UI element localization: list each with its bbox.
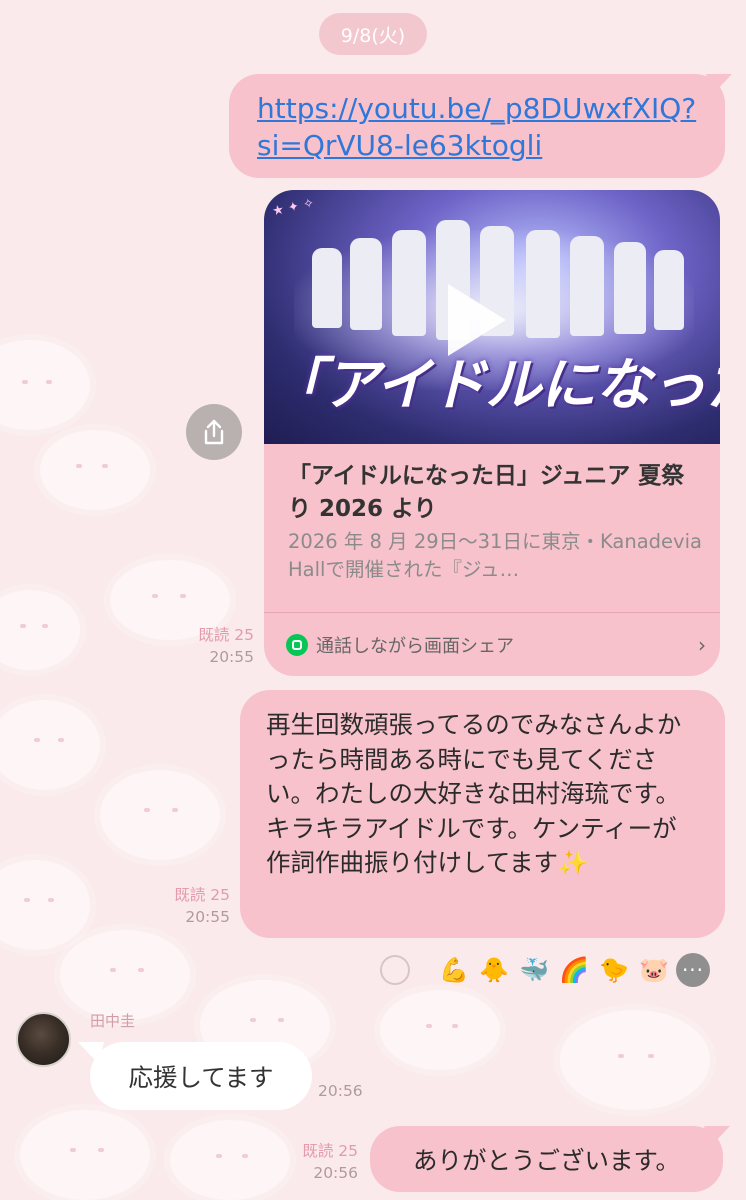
wallpaper-character (40, 430, 150, 510)
wallpaper-character (0, 860, 90, 950)
date-separator: 9/8(火) (319, 13, 427, 55)
video-thumbnail[interactable]: ★ ✦ ✧ 「アイドルになった日」 (264, 190, 720, 444)
performer (312, 248, 342, 328)
divider (264, 612, 720, 613)
wallpaper-character (0, 590, 80, 670)
reaction-bar[interactable]: 💪 🐥 🐳 🌈 🐤 🐷 ··· (380, 950, 710, 990)
wallpaper-character (100, 770, 220, 860)
wallpaper-character (560, 1010, 710, 1110)
performer (614, 242, 646, 334)
read-receipt: 既読 25 (174, 886, 230, 904)
screen-share-label: 通話しながら画面シェア (316, 636, 514, 657)
timestamp: 20:56 (313, 1164, 358, 1182)
preview-title: 「アイドルになった日」ジュニア 夏祭り 2026 より (288, 463, 685, 522)
message-text: 応援してます (128, 1062, 274, 1092)
message-text: ありがとうございます。 (412, 1145, 681, 1175)
reaction-pig-icon[interactable]: 🐷 (636, 952, 672, 988)
outgoing-text-bubble[interactable]: 再生回数頑張ってるのでみなさんよかったら時間ある時にでも見てください。わたしの大… (240, 690, 725, 938)
preview-description: 2026 年 8 月 29日～31日に東京・Kanadevia Hallで開催さ… (288, 530, 702, 581)
read-receipt: 既読 25 (302, 1142, 358, 1160)
youtube-link[interactable]: https://youtu.be/_p8DUwxfXIQ?si=QrVU8-le… (257, 90, 697, 164)
add-reaction-icon[interactable] (380, 955, 410, 985)
message-text: 再生回数頑張ってるのでみなさんよかったら時間ある時にでも見てください。わたしの大… (266, 710, 682, 877)
performer (654, 250, 684, 330)
reaction-chick-icon[interactable]: 🐥 (476, 952, 512, 988)
wallpaper-character (380, 990, 500, 1070)
reaction-rainbow-icon[interactable]: 🌈 (556, 952, 592, 988)
incoming-text-bubble[interactable]: 応援してます (90, 1042, 312, 1110)
wallpaper-character (60, 930, 190, 1020)
reaction-blue-creature-icon[interactable]: 🐳 (516, 952, 552, 988)
wallpaper-character (20, 1110, 150, 1200)
sender-name: 田中圭 (90, 1012, 136, 1030)
timestamp: 20:55 (209, 648, 254, 666)
play-icon[interactable] (448, 284, 506, 356)
read-receipt: 既読 25 (198, 626, 254, 644)
timestamp: 20:55 (185, 908, 230, 926)
screen-share-action[interactable]: 通話しながら画面シェア › (286, 628, 706, 662)
share-icon (204, 419, 224, 445)
avatar[interactable] (16, 1012, 71, 1067)
more-icon[interactable]: ··· (676, 953, 710, 987)
wallpaper-character (0, 340, 90, 430)
message-meta: 既読 25 20:56 (270, 1140, 358, 1184)
performer (350, 238, 382, 330)
reaction-bird-icon[interactable]: 🐤 (596, 952, 632, 988)
wallpaper-character (0, 700, 100, 790)
reaction-flex-icon[interactable]: 💪 (436, 952, 472, 988)
line-call-icon (286, 634, 308, 656)
performer (392, 230, 426, 336)
message-meta: 既読 25 20:55 (140, 884, 230, 928)
outgoing-text-bubble[interactable]: ありがとうございます。 (370, 1126, 723, 1192)
performer (570, 236, 604, 336)
outgoing-link-bubble[interactable]: https://youtu.be/_p8DUwxfXIQ?si=QrVU8-le… (229, 74, 725, 178)
performer (526, 230, 560, 338)
share-button[interactable] (186, 404, 242, 460)
message-meta: 既読 25 20:55 (160, 624, 254, 668)
timestamp: 20:56 (318, 1082, 363, 1100)
chevron-right-icon: › (698, 633, 706, 657)
link-preview-card[interactable]: ★ ✦ ✧ 「アイドルになった日」 「アイドルになった日」ジュニア 夏祭り 20… (264, 190, 720, 676)
